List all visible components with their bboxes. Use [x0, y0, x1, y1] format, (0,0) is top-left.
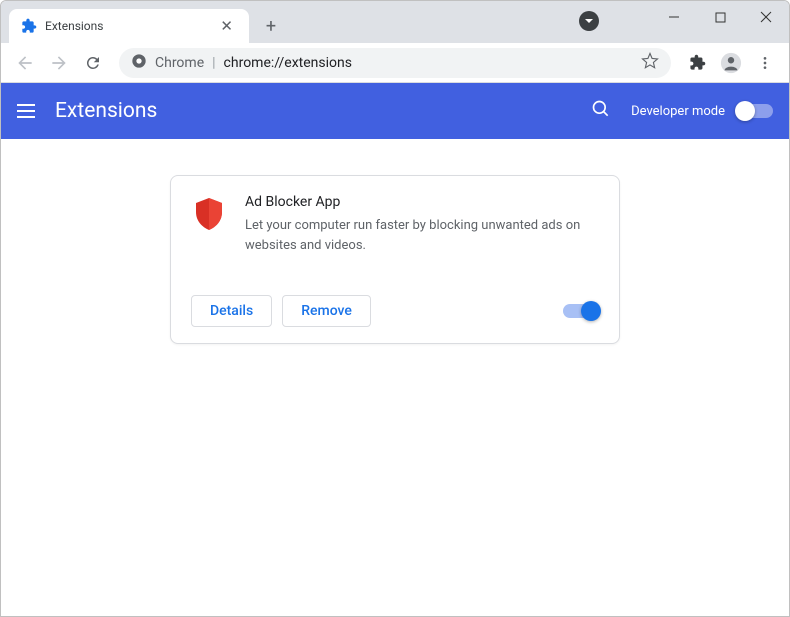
- back-button[interactable]: [9, 47, 41, 79]
- kebab-menu-icon[interactable]: [749, 47, 781, 79]
- profile-icon[interactable]: [715, 47, 747, 79]
- media-control-button[interactable]: [579, 11, 599, 31]
- close-tab-button[interactable]: ✕: [216, 17, 237, 35]
- url-scheme-label: Chrome: [155, 55, 204, 71]
- extensions-icon: [21, 18, 37, 34]
- url-text: chrome://extensions: [224, 55, 352, 71]
- developer-mode-label: Developer mode: [631, 104, 725, 119]
- chrome-logo-icon: [131, 53, 147, 73]
- extensions-content: Ad Blocker App Let your computer run fas…: [1, 139, 789, 616]
- details-button[interactable]: Details: [191, 295, 272, 327]
- extensions-page-header: Extensions Developer mode: [1, 83, 789, 139]
- hamburger-menu-icon[interactable]: [17, 104, 35, 118]
- address-bar[interactable]: Chrome | chrome://extensions: [119, 48, 671, 78]
- browser-toolbar: Chrome | chrome://extensions: [1, 43, 789, 83]
- reload-button[interactable]: [77, 47, 109, 79]
- url-separator: |: [212, 55, 215, 71]
- shield-icon: [191, 196, 227, 232]
- browser-window: Extensions ✕ + Chrome | chrome://extensi…: [0, 0, 790, 617]
- bookmark-icon[interactable]: [641, 52, 659, 74]
- page-title: Extensions: [55, 99, 591, 123]
- maximize-button[interactable]: [697, 1, 743, 33]
- remove-button[interactable]: Remove: [282, 295, 371, 327]
- extension-enable-toggle[interactable]: [563, 304, 599, 318]
- browser-tab[interactable]: Extensions ✕: [9, 9, 249, 43]
- extension-description: Let your computer run faster by blocking…: [245, 216, 599, 255]
- new-tab-button[interactable]: +: [257, 12, 285, 40]
- extensions-toolbar-icon[interactable]: [681, 47, 713, 79]
- developer-mode-toggle[interactable]: [737, 104, 773, 118]
- close-window-button[interactable]: [743, 1, 789, 33]
- tab-title: Extensions: [45, 19, 216, 33]
- extension-name: Ad Blocker App: [245, 194, 599, 210]
- window-controls: [651, 1, 789, 33]
- titlebar: Extensions ✕ +: [1, 1, 789, 43]
- extension-card: Ad Blocker App Let your computer run fas…: [170, 175, 620, 344]
- minimize-button[interactable]: [651, 1, 697, 33]
- forward-button[interactable]: [43, 47, 75, 79]
- search-icon[interactable]: [591, 99, 611, 123]
